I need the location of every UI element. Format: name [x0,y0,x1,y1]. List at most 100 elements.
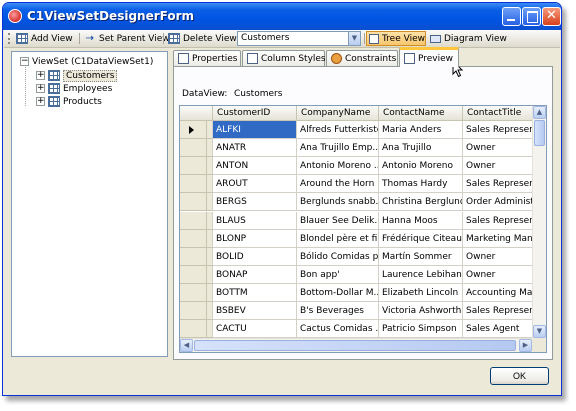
grid-cell[interactable]: Sales Represent... [463,302,533,320]
tab-properties[interactable]: Properties [173,50,241,66]
grid-cell[interactable]: Bottom-Dollar M... [297,283,379,302]
column-header[interactable]: ContactName [379,106,463,121]
row-header[interactable] [180,175,207,194]
grid-cell[interactable]: BLAUS [213,211,297,230]
tree-item-products[interactable]: + Products [36,95,102,108]
grid-cell[interactable]: Owner [463,139,533,158]
row-header[interactable] [180,283,207,302]
tree-item-customers[interactable]: + Customers [36,69,118,82]
grid-cell[interactable]: Owner [463,265,533,284]
delete-view-button[interactable]: Delete View [166,31,239,46]
vertical-scrollbar[interactable]: ▲ ▼ [532,106,546,338]
grid-cell[interactable]: Around the Horn [297,175,379,194]
grid-cell[interactable]: BOTTM [213,283,297,302]
grid-cell[interactable]: Bólido Comidas p... [297,247,379,266]
tab-column-styles[interactable]: Column Styles [242,50,326,66]
title-bar[interactable]: C1ViewSetDesignerForm ✕ [3,3,561,30]
set-parent-view-button[interactable]: ⇢ Set Parent View [82,31,172,46]
scroll-thumb[interactable] [194,340,516,351]
row-header[interactable] [180,211,207,230]
grid-cell[interactable]: Martín Sommer [379,247,463,266]
grid-cell[interactable]: ANTON [213,157,297,176]
grid-cell[interactable]: Frédérique Citeaux [379,229,463,248]
horizontal-scrollbar[interactable]: ◀ ▶ [180,338,532,352]
row-header[interactable] [180,193,207,212]
row-header[interactable] [180,229,207,248]
grid-cell[interactable]: BSBEV [213,302,297,320]
ok-button[interactable]: OK [490,367,549,385]
grid-cell[interactable]: Cactus Comidas ... [297,320,379,339]
grid-cell[interactable]: ANATR [213,139,297,158]
row-header[interactable] [180,265,207,284]
grid-cell[interactable]: Patricio Simpson [379,320,463,339]
collapse-icon[interactable]: − [20,57,29,66]
grid-cell[interactable]: Hanna Moos [379,211,463,230]
expand-icon[interactable]: + [36,97,45,106]
view-tree[interactable]: − ViewSet (C1DataViewSet1) + Customers +… [11,51,168,357]
row-header[interactable] [180,247,207,266]
diagram-view-button[interactable]: Diagram View [428,31,509,46]
expand-icon[interactable]: + [36,71,45,80]
grid-cell[interactable]: Ana Trujillo [379,139,463,158]
tab-label: Constraints [345,53,397,64]
row-header[interactable] [180,139,207,158]
tree-view-button[interactable]: Tree View [366,31,426,46]
view-select[interactable]: Customers ▼ [237,31,361,46]
grid-cell[interactable]: Victoria Ashworth [379,302,463,320]
grid-cell[interactable]: Bon app' [297,265,379,284]
grid-cell[interactable]: Sales Represent... [463,121,533,139]
scroll-thumb[interactable] [534,120,545,146]
column-header[interactable]: CompanyName [297,106,379,121]
grid-cell[interactable]: Sales Represent... [463,175,533,194]
add-view-button[interactable]: Add View [14,31,75,46]
grid-cell[interactable]: Order Administr... [463,193,533,212]
grid-cell[interactable]: Ana Trujillo Emp... [297,139,379,158]
row-header[interactable] [180,302,207,320]
grid-cell[interactable]: Sales Agent [463,320,533,339]
grid-cell[interactable]: Christina Berglund [379,193,463,212]
grid-cell[interactable]: Maria Anders [379,121,463,139]
row-indent [207,139,213,158]
tab-constraints[interactable]: Constraints [326,50,398,66]
row-header[interactable] [180,157,207,176]
grid-cell[interactable]: Elizabeth Lincoln [379,283,463,302]
grid-cell[interactable]: BLONP [213,229,297,248]
row-header[interactable] [180,121,207,139]
close-button[interactable]: ✕ [542,7,561,26]
scroll-up-button[interactable]: ▲ [533,106,546,119]
grid-cell[interactable]: Laurence Lebihan [379,265,463,284]
grid-cell[interactable]: Antonio Moreno ... [297,157,379,176]
grid-cell[interactable]: Blauer See Delik... [297,211,379,230]
preview-grid[interactable]: CustomerID CompanyName ContactName Conta… [179,105,547,353]
grid-cell[interactable]: AROUT [213,175,297,194]
grid-cell[interactable]: Thomas Hardy [379,175,463,194]
grid-cell[interactable]: CACTU [213,320,297,339]
grid-cell[interactable]: Owner [463,157,533,176]
grid-cell[interactable]: Alfreds Futterkiste [297,121,379,139]
expand-icon[interactable]: + [36,84,45,93]
grid-cell[interactable]: Sales Represent... [463,211,533,230]
scroll-left-button[interactable]: ◀ [180,339,193,352]
scroll-down-button[interactable]: ▼ [533,325,546,338]
grid-cell[interactable]: BERGS [213,193,297,212]
grid-cell[interactable]: Antonio Moreno [379,157,463,176]
grid-cell[interactable]: BOLID [213,247,297,266]
grid-cell[interactable]: B's Beverages [297,302,379,320]
chevron-down-icon[interactable]: ▼ [348,32,360,45]
column-header[interactable]: CustomerID [213,106,297,121]
row-header[interactable] [180,320,207,339]
minimize-button[interactable] [502,7,521,26]
tab-preview[interactable]: Preview [399,47,459,67]
grid-cell[interactable]: Marketing Manage [463,229,533,248]
grid-cell[interactable]: Owner [463,247,533,266]
grid-cell[interactable]: Berglunds snabb... [297,193,379,212]
tree-root[interactable]: − ViewSet (C1DataViewSet1) [20,55,153,68]
grid-cell[interactable]: BONAP [213,265,297,284]
grid-cell[interactable]: Blondel père et fils [297,229,379,248]
grid-cell[interactable]: ALFKI [213,121,297,139]
maximize-button[interactable] [522,7,541,26]
toolbar-grip[interactable] [8,33,12,44]
scroll-right-button[interactable]: ▶ [519,339,532,352]
grid-cell[interactable]: Accounting Man... [463,283,533,302]
tree-item-employees[interactable]: + Employees [36,82,112,95]
